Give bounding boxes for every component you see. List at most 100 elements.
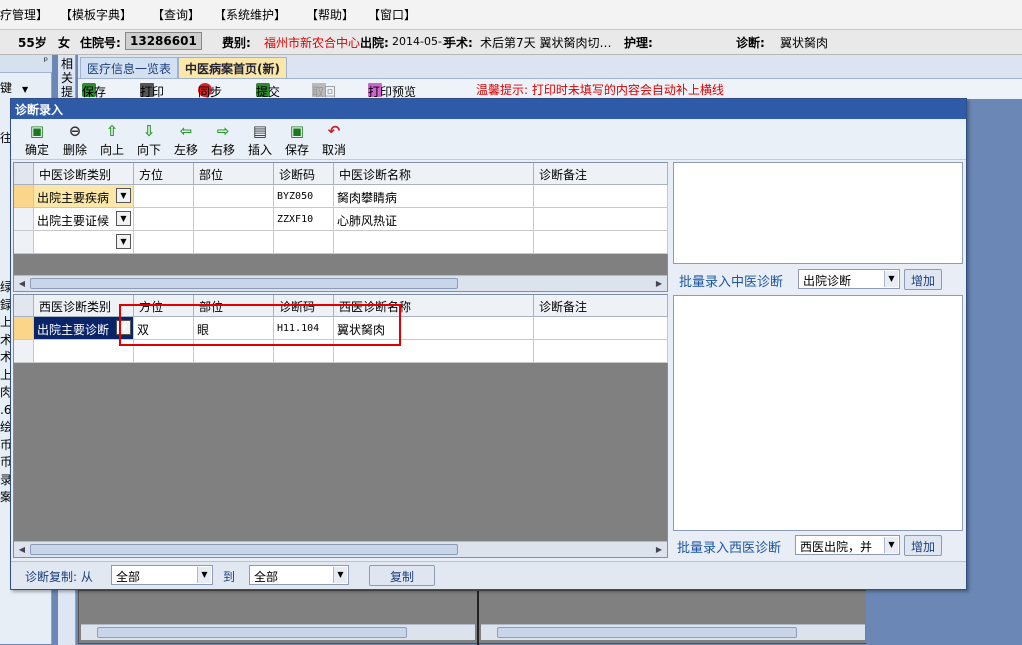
row-indicator[interactable] xyxy=(14,231,34,254)
table-cell[interactable] xyxy=(334,231,534,254)
document-toolbar: 保存 打印 同步 提交 取回 打印预览 温馨提示: 打印时未填写的内容会自动补上… xyxy=(78,79,1022,99)
menu-help[interactable]: 【帮助】 xyxy=(306,6,354,23)
delete-button[interactable]: ⊖ 删除 xyxy=(56,122,94,158)
tcm-grid-scrollbar[interactable]: ◀ ▶ xyxy=(14,275,667,291)
chevron-down-icon[interactable]: ▼ xyxy=(197,567,211,583)
surgery-value: 术后第7天 翼状胬肉切… xyxy=(480,36,612,50)
copy-to-label: 到 xyxy=(223,570,236,584)
insert-button[interactable]: ▤ 插入 xyxy=(241,122,279,158)
dialog-toolbar: ▣ 确定 ⊖ 删除 ⇧ 向上 ⇩ 向下 ⇦ 左移 ⇨ 右移 ▤ 插入 ▣ 保存 ↶ 取消 xyxy=(11,120,966,160)
chevron-down-icon[interactable]: ▼ xyxy=(884,271,898,287)
row-indicator[interactable] xyxy=(14,340,34,363)
row-indicator[interactable] xyxy=(14,208,34,231)
table-cell[interactable]: 出院主要证候 ▼ xyxy=(34,208,134,231)
menu-system[interactable]: 【系统维护】 xyxy=(214,6,286,23)
confirm-button[interactable]: ▣ 确定 xyxy=(18,122,56,158)
col-header[interactable]: 中医诊断名称 xyxy=(334,163,534,185)
chevron-down-icon[interactable]: ▼ xyxy=(22,85,28,94)
table-cell[interactable] xyxy=(534,185,668,208)
table-cell[interactable] xyxy=(194,185,274,208)
fee-value: 福州市新农合中心 xyxy=(264,36,361,50)
chevron-down-icon[interactable]: ▼ xyxy=(116,234,131,249)
col-header[interactable]: 中医诊断类别 xyxy=(34,163,134,185)
table-cell[interactable] xyxy=(194,208,274,231)
col-header[interactable]: 部位 xyxy=(194,163,274,185)
up-arrow-icon: ⇧ xyxy=(105,122,119,140)
move-left-button[interactable]: ⇦ 左移 xyxy=(167,122,205,158)
col-header[interactable]: 诊断备注 xyxy=(534,295,668,317)
col-header[interactable]: 诊断备注 xyxy=(534,163,668,185)
diagnosis-label: 诊断: xyxy=(736,36,765,50)
table-cell[interactable] xyxy=(534,340,668,363)
move-down-button[interactable]: ⇩ 向下 xyxy=(130,122,168,158)
discharge-label: 出院: xyxy=(360,36,389,50)
discharge-date: 2014-05-3 xyxy=(392,35,449,48)
table-cell[interactable]: ZZXF10 xyxy=(274,208,334,231)
western-batch-panel xyxy=(673,295,963,531)
document-tabs: 医疗信息一览表 中医病案首页(新) xyxy=(78,55,1022,79)
move-up-button[interactable]: ⇧ 向上 xyxy=(93,122,131,158)
table-cell[interactable] xyxy=(534,317,668,340)
tab-tcm-record-home[interactable]: 中医病案首页(新) xyxy=(178,57,287,78)
bg-scrollbar-left[interactable] xyxy=(81,624,475,640)
patient-sex: 女 xyxy=(58,36,71,50)
chevron-down-icon[interactable]: ▼ xyxy=(333,567,347,583)
copy-button[interactable]: 复制 xyxy=(369,565,435,586)
chevron-down-icon[interactable]: ▼ xyxy=(116,188,131,203)
batch-tcm-add-button[interactable]: 增加 xyxy=(904,269,942,290)
table-cell[interactable] xyxy=(134,208,194,231)
batch-tcm-select[interactable]: 出院诊断 ▼ xyxy=(798,269,900,289)
dialog-title: 诊断录入 xyxy=(11,99,966,119)
table-cell[interactable] xyxy=(534,208,668,231)
menu-bar: 疗管理】 【模板字典】 【查询】 【系统维护】 【帮助】 【窗口】 xyxy=(0,0,1022,30)
nursing-label: 护理: xyxy=(624,36,653,50)
admission-number: 13286601 xyxy=(125,32,202,50)
table-cell[interactable]: 出院主要疾病 ▼ xyxy=(34,185,134,208)
batch-western-select[interactable]: 西医出院，并 ▼ xyxy=(795,535,900,555)
tab-medical-overview[interactable]: 医疗信息一览表 xyxy=(80,57,179,78)
table-cell[interactable] xyxy=(534,231,668,254)
table-cell[interactable] xyxy=(134,231,194,254)
insert-icon: ▤ xyxy=(252,122,268,140)
admission-label: 住院号: xyxy=(80,36,121,50)
grid-corner xyxy=(14,163,34,185)
chevron-down-icon[interactable]: ▼ xyxy=(116,211,131,226)
menu-window[interactable]: 【窗口】 xyxy=(368,6,416,23)
table-cell[interactable] xyxy=(134,185,194,208)
copy-bar: 诊断复制: 从 全部 ▼ 到 全部 ▼ 复制 xyxy=(11,561,966,589)
col-header[interactable]: 诊断码 xyxy=(274,163,334,185)
pin-icon[interactable]: ᵖ xyxy=(44,56,48,67)
save-disk-icon: ▣ xyxy=(29,122,45,140)
copy-to-select[interactable]: 全部 ▼ xyxy=(249,565,349,585)
table-cell[interactable] xyxy=(274,231,334,254)
menu-templates[interactable]: 【模板字典】 xyxy=(60,6,132,23)
save-button[interactable]: ▣ 保存 xyxy=(278,122,316,158)
chevron-down-icon[interactable]: ▼ xyxy=(884,537,898,553)
bg-scrollbar-right[interactable] xyxy=(481,624,865,640)
western-grid-scrollbar[interactable]: ◀ ▶ xyxy=(14,541,667,557)
tcm-diagnosis-grid: 中医诊断类别 方位 部位 诊断码 中医诊断名称 诊断备注 出院主要疾病 ▼ BYZ… xyxy=(13,162,668,292)
copy-from-select[interactable]: 全部 ▼ xyxy=(111,565,213,585)
move-right-button[interactable]: ⇨ 右移 xyxy=(204,122,242,158)
left-key-label[interactable]: 键 xyxy=(0,81,12,95)
menu-query[interactable]: 【查询】 xyxy=(152,6,200,23)
row-indicator[interactable] xyxy=(14,317,34,340)
hint-text: 温馨提示: 打印时未填写的内容会自动补上横线 xyxy=(476,83,724,97)
batch-western-add-button[interactable]: 增加 xyxy=(904,535,942,556)
cancel-button[interactable]: ↶ 取消 xyxy=(315,122,353,158)
diagnosis-value: 翼状胬肉 xyxy=(780,36,829,50)
table-cell[interactable]: BYZ050 xyxy=(274,185,334,208)
table-cell[interactable]: 胬肉攀睛病 xyxy=(334,185,534,208)
diagnosis-entry-dialog: 诊断录入 ▣ 确定 ⊖ 删除 ⇧ 向上 ⇩ 向下 ⇦ 左移 ⇨ 右移 ▤ 插入 ▣ 保存 ↶ 取消… xyxy=(10,98,967,590)
menu-medical[interactable]: 疗管理】 xyxy=(0,6,48,23)
table-cell[interactable]: 心肺风热证 xyxy=(334,208,534,231)
col-header[interactable]: 方位 xyxy=(134,163,194,185)
undo-icon: ↶ xyxy=(327,122,341,140)
copy-label: 诊断复制: 从 xyxy=(25,570,93,584)
row-indicator[interactable] xyxy=(14,185,34,208)
batch-tcm-label: 批量录入中医诊断 xyxy=(679,275,784,290)
table-cell[interactable] xyxy=(194,231,274,254)
tcm-batch-panel xyxy=(673,162,963,264)
save-disk-icon: ▣ xyxy=(289,122,305,140)
table-cell[interactable]: ▼ xyxy=(34,231,134,254)
